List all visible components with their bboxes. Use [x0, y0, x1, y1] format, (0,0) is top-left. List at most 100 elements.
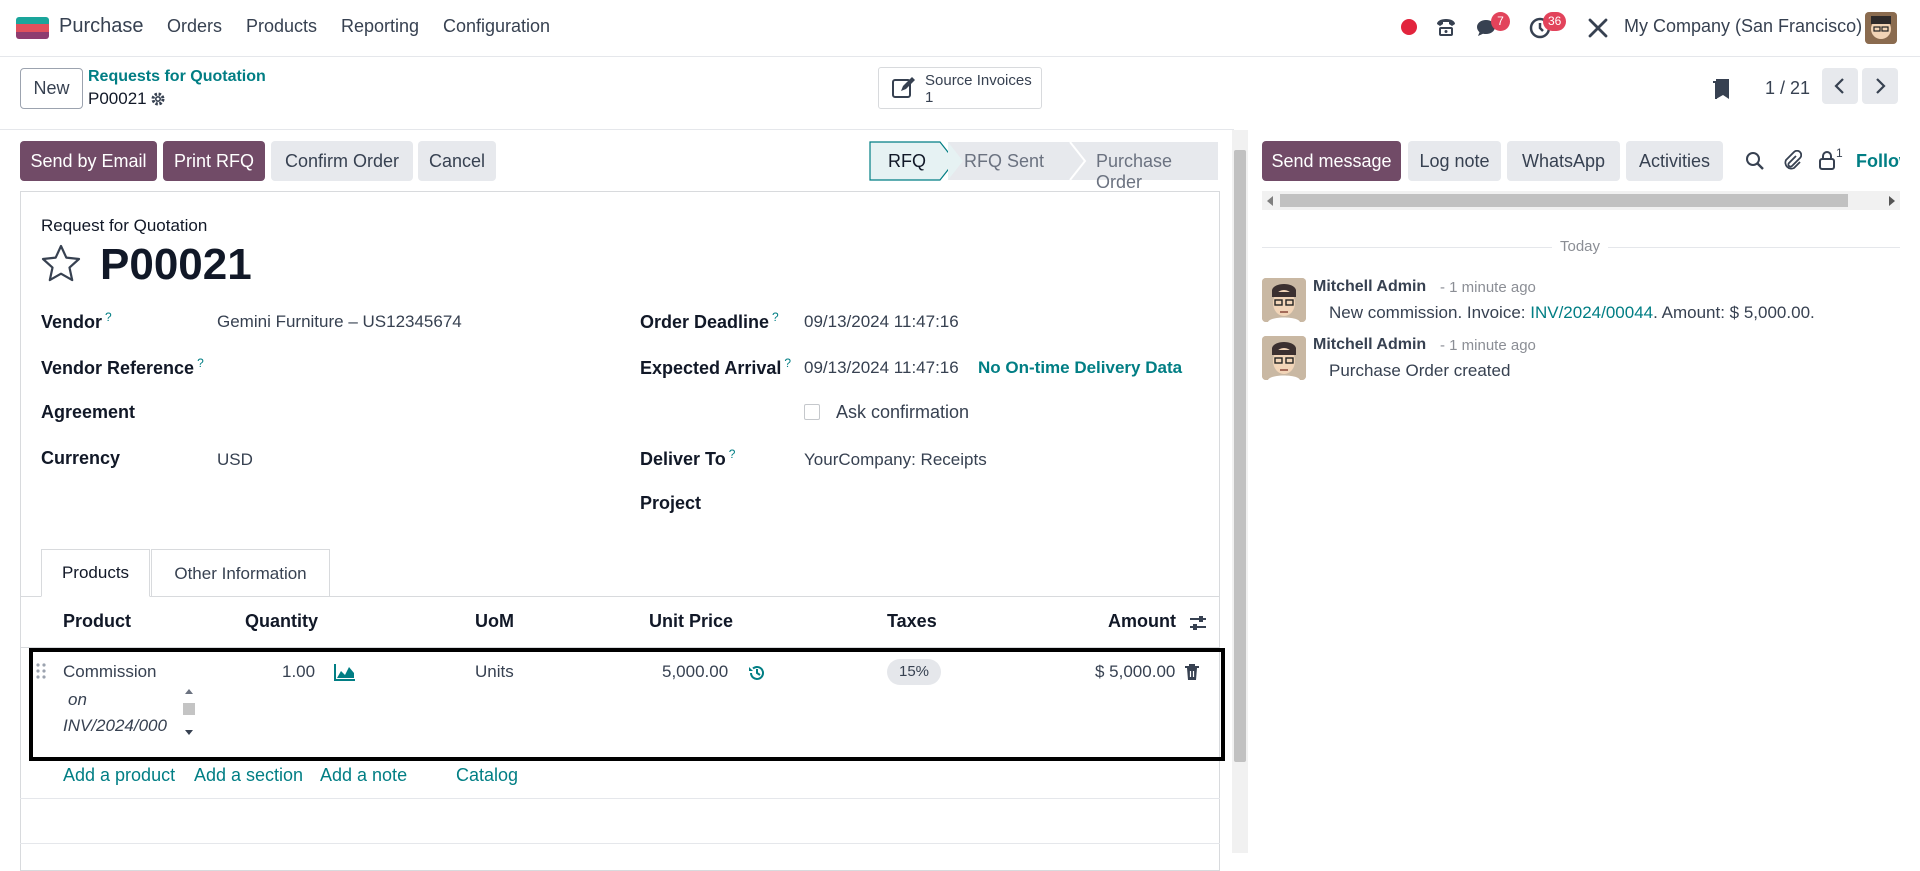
chevron-left-icon	[1834, 78, 1844, 94]
vendor-field[interactable]: Gemini Furniture – US12345674	[217, 312, 462, 332]
message-author[interactable]: Mitchell Admin	[1313, 336, 1426, 354]
expected-arrival-label: Expected Arrival?	[640, 356, 792, 378]
catalog-link[interactable]: Catalog	[456, 765, 518, 786]
col-amount[interactable]: Amount	[1108, 611, 1176, 632]
chevron-right-icon	[1876, 78, 1886, 94]
add-product-link[interactable]: Add a product	[63, 765, 175, 786]
status-purchase-order[interactable]: Purchase Order	[1096, 151, 1220, 193]
order-deadline-field[interactable]: 09/13/2024 11:47:16	[804, 312, 959, 332]
tools-icon[interactable]	[1586, 16, 1610, 45]
pager-next-button[interactable]	[1862, 68, 1898, 104]
divider	[0, 129, 1234, 130]
whatsapp-button[interactable]: WhatsApp	[1507, 141, 1620, 181]
currency-field[interactable]: USD	[217, 450, 253, 470]
line-unit-price[interactable]: 5,000.00	[662, 662, 728, 682]
send-message-button[interactable]: Send message	[1262, 141, 1401, 181]
new-button[interactable]: New	[20, 68, 83, 109]
col-quantity[interactable]: Quantity	[245, 611, 318, 632]
message-avatar[interactable]	[1262, 278, 1306, 322]
bookmark-icon[interactable]	[1711, 77, 1731, 106]
line-product[interactable]: Commission	[63, 662, 157, 682]
line-description-2[interactable]: INV/2024/000	[63, 716, 167, 736]
col-unit-price[interactable]: Unit Price	[649, 611, 733, 632]
source-invoices-smart-button[interactable]: Source Invoices 1	[878, 67, 1042, 109]
phone-icon[interactable]	[1434, 15, 1458, 44]
menu-configuration[interactable]: Configuration	[443, 16, 550, 37]
description-scrollbar[interactable]	[180, 686, 198, 738]
col-uom[interactable]: UoM	[475, 611, 514, 632]
breadcrumb-parent[interactable]: Requests for Quotation	[88, 68, 266, 86]
status-rfq-sent[interactable]: RFQ Sent	[964, 151, 1044, 172]
chatter-hscroll-thumb[interactable]	[1280, 194, 1848, 207]
order-deadline-label: Order Deadline?	[640, 310, 779, 332]
line-description-1[interactable]: on	[68, 690, 87, 710]
scroll-right-arrow-icon	[1889, 196, 1895, 206]
expected-arrival-field[interactable]: 09/13/2024 11:47:16	[804, 358, 960, 378]
line-amount: $ 5,000.00	[1095, 662, 1176, 681]
followers-count: 1	[1836, 146, 1843, 160]
agreement-input[interactable]	[217, 398, 597, 426]
col-product[interactable]: Product	[63, 611, 131, 632]
ontime-delivery-link[interactable]: No On-time Delivery Data	[978, 358, 1182, 378]
follow-button[interactable]: Follow	[1856, 151, 1900, 172]
message-author[interactable]: Mitchell Admin	[1313, 278, 1426, 296]
print-rfq-button[interactable]: Print RFQ	[163, 141, 265, 181]
forecast-chart-icon[interactable]	[334, 663, 356, 686]
line-uom[interactable]: Units	[475, 662, 514, 682]
lock-icon[interactable]	[1818, 150, 1836, 175]
project-input[interactable]	[804, 490, 1184, 518]
cancel-button[interactable]: Cancel	[418, 141, 496, 181]
add-section-link[interactable]: Add a section	[194, 765, 303, 786]
message-avatar[interactable]	[1262, 336, 1306, 380]
invoice-link[interactable]: INV/2024/00044	[1530, 303, 1653, 322]
search-icon[interactable]	[1745, 151, 1765, 176]
pager-value[interactable]: 1 / 21	[1765, 78, 1810, 99]
chatter-hscroll-track[interactable]	[1262, 191, 1900, 210]
app-name[interactable]: Purchase	[59, 15, 144, 38]
form-scrollbar-track[interactable]	[1232, 130, 1248, 853]
confirm-order-button[interactable]: Confirm Order	[271, 141, 413, 181]
tax-tag[interactable]: 15%	[887, 659, 942, 685]
statusbar: RFQ RFQ Sent Purchase Order	[868, 141, 1220, 192]
line-quantity[interactable]: 1.00	[282, 662, 315, 682]
recording-dot-icon[interactable]	[1401, 19, 1417, 35]
tab-other-information[interactable]: Other Information	[151, 549, 330, 597]
message-time: - 1 minute ago	[1440, 279, 1536, 296]
currency-label: Currency	[41, 448, 121, 468]
activities-button[interactable]: Activities	[1626, 141, 1723, 181]
smart-button-label: Source Invoices	[925, 72, 1032, 89]
paperclip-icon[interactable]	[1782, 149, 1803, 177]
menu-products[interactable]: Products	[246, 16, 317, 37]
deliver-to-label: Deliver To?	[640, 447, 736, 469]
date-line-right	[1608, 247, 1900, 248]
record-title: P00021	[100, 240, 252, 289]
trash-icon[interactable]	[1184, 663, 1200, 686]
form-scrollbar-thumb[interactable]	[1234, 150, 1246, 762]
tab-products[interactable]: Products	[41, 549, 150, 597]
user-avatar[interactable]	[1865, 12, 1897, 44]
vendor-reference-input[interactable]	[217, 352, 597, 380]
star-icon[interactable]	[40, 243, 82, 290]
company-switcher[interactable]: My Company (San Francisco)	[1624, 16, 1862, 37]
message-body: New commission. Invoice: INV/2024/00044.…	[1329, 303, 1815, 322]
history-icon[interactable]	[748, 664, 766, 687]
send-by-email-button[interactable]: Send by Email	[20, 141, 157, 181]
purchase-app-icon[interactable]	[16, 17, 49, 39]
add-note-link[interactable]: Add a note	[320, 765, 407, 786]
col-taxes[interactable]: Taxes	[887, 611, 937, 632]
pager-previous-button[interactable]	[1822, 68, 1858, 104]
deliver-to-field[interactable]: YourCompany: Receipts	[804, 450, 987, 470]
drag-handle-icon[interactable]	[35, 662, 47, 685]
top-navbar: Purchase Orders Products Reporting Confi…	[0, 0, 1920, 57]
menu-orders[interactable]: Orders	[167, 16, 222, 37]
log-note-button[interactable]: Log note	[1408, 141, 1501, 181]
menu-reporting[interactable]: Reporting	[341, 16, 419, 37]
table-row[interactable]	[29, 648, 1225, 761]
optional-columns-icon[interactable]	[1188, 613, 1208, 638]
messages-badge: 7	[1491, 12, 1510, 31]
gear-icon[interactable]	[150, 91, 166, 112]
ask-confirmation-checkbox[interactable]	[804, 404, 820, 420]
table-footer-divider	[20, 798, 1220, 799]
date-line-left	[1262, 247, 1552, 248]
status-rfq[interactable]: RFQ	[888, 151, 926, 172]
